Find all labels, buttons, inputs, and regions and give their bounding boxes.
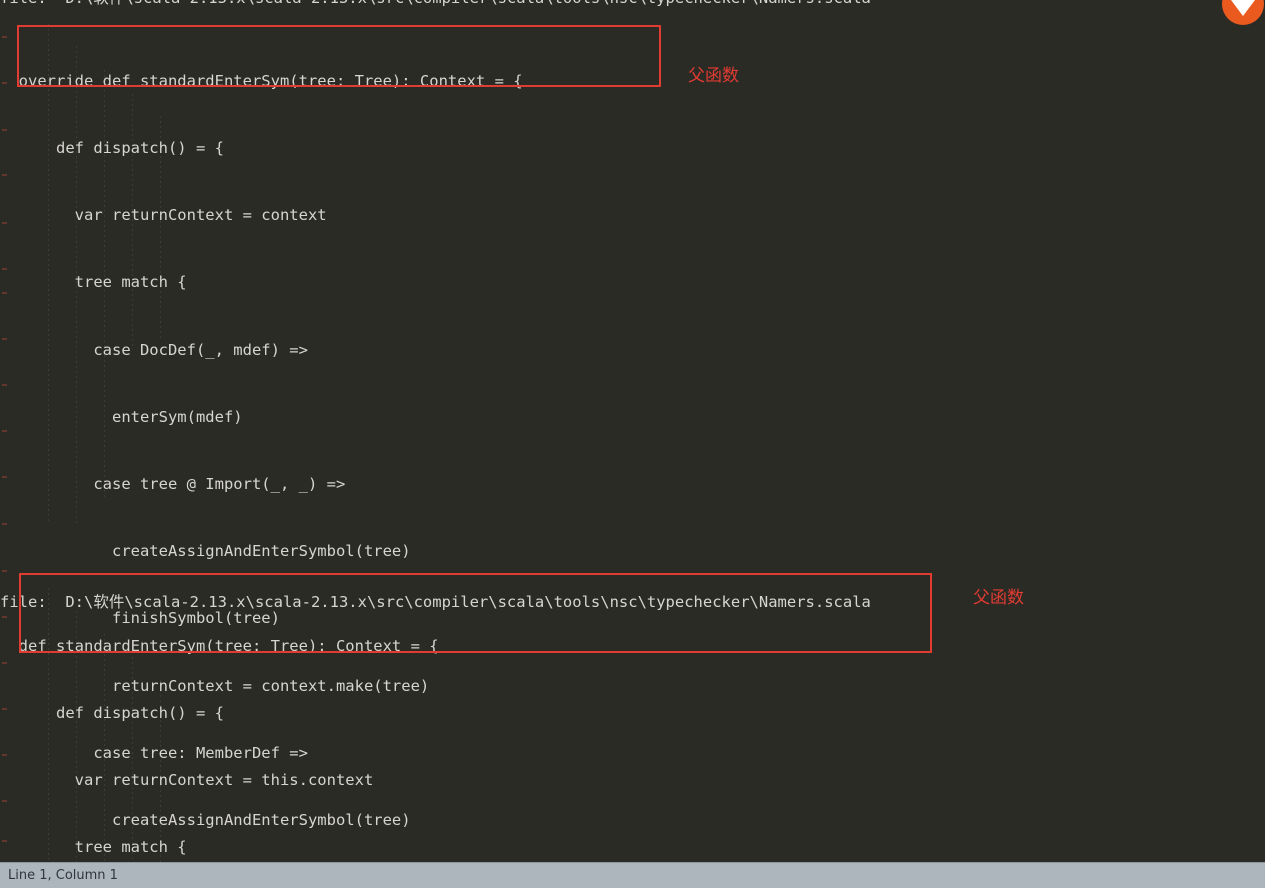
code-line-left: def standardEnterSym(tree: Tree): Contex… xyxy=(0,636,439,655)
code-line: tree match { xyxy=(0,836,1265,858)
cursor-position-label: Line 1, Column 1 xyxy=(8,868,118,883)
code-line: var returnContext = context xyxy=(0,206,327,225)
parent-function-note-bottom: 父函数 xyxy=(973,588,1024,608)
code-editor-surface[interactable]: file: D:\软件\scala-2.13.x\scala-2.13.x\sr… xyxy=(0,0,1265,862)
code-line: tree match { xyxy=(0,273,187,292)
status-bar: Line 1, Column 1 xyxy=(0,862,1265,888)
code-line: var returnContext = this.context xyxy=(0,769,1265,791)
code-line-left: tree match { xyxy=(0,838,187,857)
code-line: def standardEnterSym(tree: Tree): Contex… xyxy=(0,635,1265,657)
code-line: enterSym(mdef) xyxy=(0,407,243,426)
code-block-bottom[interactable]: def standardEnterSym(tree: Tree): Contex… xyxy=(0,590,1265,862)
orange-logo-blob xyxy=(1222,0,1264,25)
code-line: case DocDef(_, mdef) => xyxy=(0,340,308,359)
parent-function-note-top: 父函数 xyxy=(688,66,739,86)
code-line: def dispatch() = { xyxy=(0,139,224,158)
code-line: case tree @ Import(_, _) => xyxy=(0,475,346,494)
code-viewer-window: file: D:\软件\scala-2.13.x\scala-2.13.x\sr… xyxy=(0,0,1265,888)
code-line-left: def dispatch() = { xyxy=(0,704,224,723)
code-line: def dispatch() = { xyxy=(0,702,1265,724)
clipped-file-path-line: file: D:\软件\scala-2.13.x\scala-2.13.x\sr… xyxy=(0,0,871,9)
code-line: override def standardEnterSym(tree: Tree… xyxy=(0,71,523,90)
code-line-left: var returnContext = this.context xyxy=(0,771,374,790)
